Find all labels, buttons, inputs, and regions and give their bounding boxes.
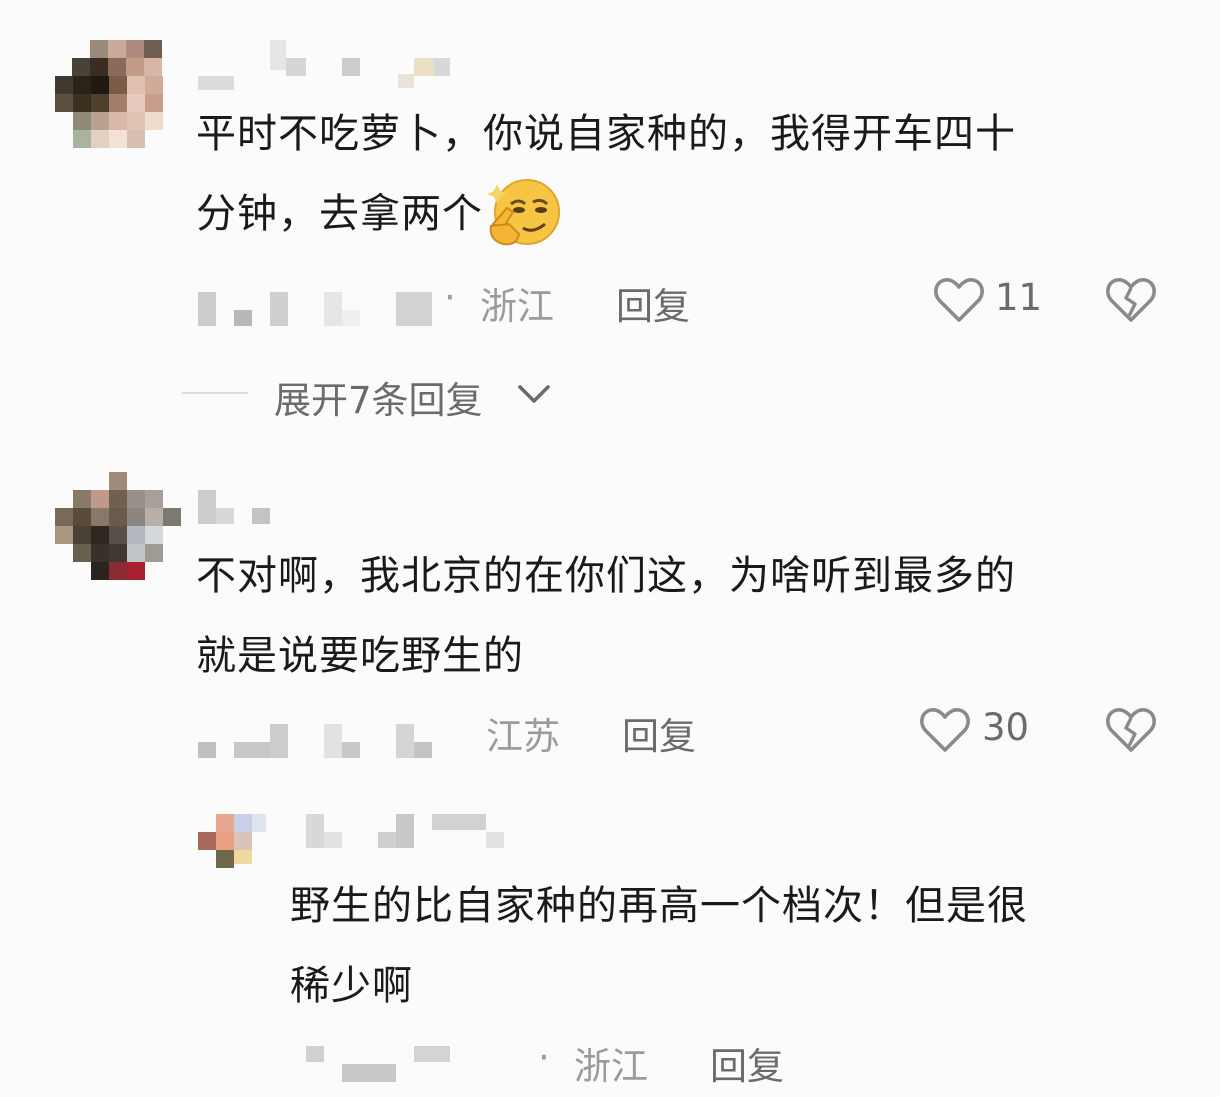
avatar[interactable] bbox=[55, 472, 181, 598]
comment-text-line: 就是说要吃野生的 bbox=[196, 633, 524, 679]
reply-text-line: 野生的比自家种的再高一个档次！但是很 bbox=[290, 883, 1028, 929]
reply-button[interactable]: 回复 bbox=[616, 276, 690, 330]
like-count: 30 bbox=[982, 706, 1030, 749]
smirk-thinking-emoji-icon bbox=[485, 176, 561, 252]
comment-text-line: 分钟，去拿两个 bbox=[196, 174, 1176, 254]
reply-button[interactable]: 回复 bbox=[710, 1036, 784, 1090]
comment-text: 不对啊，我北京的在你们这，为啥听到最多的 就是说要吃野生的 bbox=[196, 536, 1176, 696]
meta-separator: · bbox=[538, 1036, 550, 1079]
chevron-down-icon[interactable] bbox=[516, 382, 552, 406]
location: 浙江 bbox=[574, 1045, 648, 1088]
expand-replies-label[interactable]: 展开7条回复 bbox=[274, 370, 483, 424]
reply-text: 野生的比自家种的再高一个档次！但是很 稀少啊 bbox=[290, 866, 1190, 1026]
broken-heart-icon[interactable] bbox=[1105, 276, 1157, 324]
comment-text-line: 不对啊，我北京的在你们这，为啥听到最多的 bbox=[196, 553, 1016, 599]
location: 江苏 bbox=[486, 715, 560, 758]
divider bbox=[182, 392, 248, 394]
location: 浙江 bbox=[480, 285, 554, 328]
meta-separator: · bbox=[444, 276, 456, 319]
comment-text-line: 平时不吃萝卜，你说自家种的，我得开车四十 bbox=[196, 111, 1016, 157]
like-count: 11 bbox=[995, 276, 1043, 319]
comment-text: 平时不吃萝卜，你说自家种的，我得开车四十 分钟，去拿两个 bbox=[196, 94, 1176, 254]
reply-button[interactable]: 回复 bbox=[622, 706, 696, 760]
reply-text-line: 稀少啊 bbox=[290, 963, 413, 1009]
heart-outline-icon[interactable] bbox=[933, 276, 985, 324]
broken-heart-icon[interactable] bbox=[1105, 706, 1157, 754]
avatar[interactable] bbox=[198, 814, 270, 868]
avatar[interactable] bbox=[55, 40, 181, 148]
heart-outline-icon[interactable] bbox=[919, 706, 971, 754]
